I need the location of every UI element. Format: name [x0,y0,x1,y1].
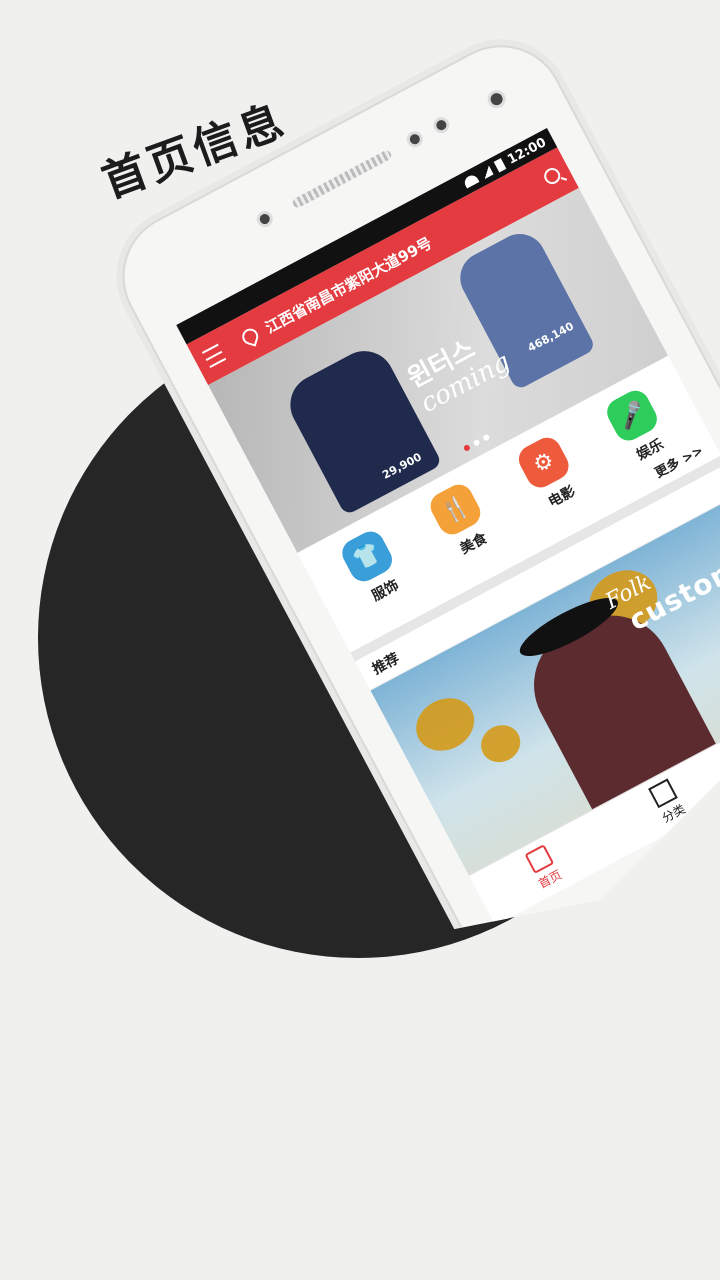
menu-icon[interactable] [201,343,227,369]
phone-mockup: 12:00 江西省南昌市紫阳大道99号 윈터스 coming 29,900 46… [100,22,720,960]
sensor-icon [404,128,426,151]
wifi-icon [462,173,480,189]
tab-home[interactable]: 首页 [524,844,565,892]
carousel-dot[interactable] [472,438,481,447]
earpiece-speaker [291,148,393,210]
signal-icon [479,165,494,180]
tab-category[interactable]: 分类 [647,778,688,826]
location-pin-icon [240,326,261,347]
front-camera-icon [484,86,509,112]
sensor-icon [430,114,453,136]
sensor-icon [253,208,276,230]
carousel-dot[interactable] [482,433,491,442]
foliage-shape [406,688,484,761]
phone-clip: 12:00 江西省南昌市紫阳大道99号 윈터스 coming 29,900 46… [0,0,720,960]
category-movie[interactable]: ⚙ 电影 [513,432,586,515]
battery-icon [493,158,507,173]
category-entertainment[interactable]: 🎤 娱乐 [602,385,674,468]
category-food[interactable]: 🍴 美食 [425,479,498,562]
carousel-dot[interactable] [462,443,471,452]
foliage-shape [474,718,527,769]
search-icon[interactable] [541,165,564,187]
category-clothing[interactable]: 👕 服饰 [337,526,409,609]
app-screen: 12:00 江西省南昌市紫阳大道99号 윈터스 coming 29,900 46… [176,127,720,926]
